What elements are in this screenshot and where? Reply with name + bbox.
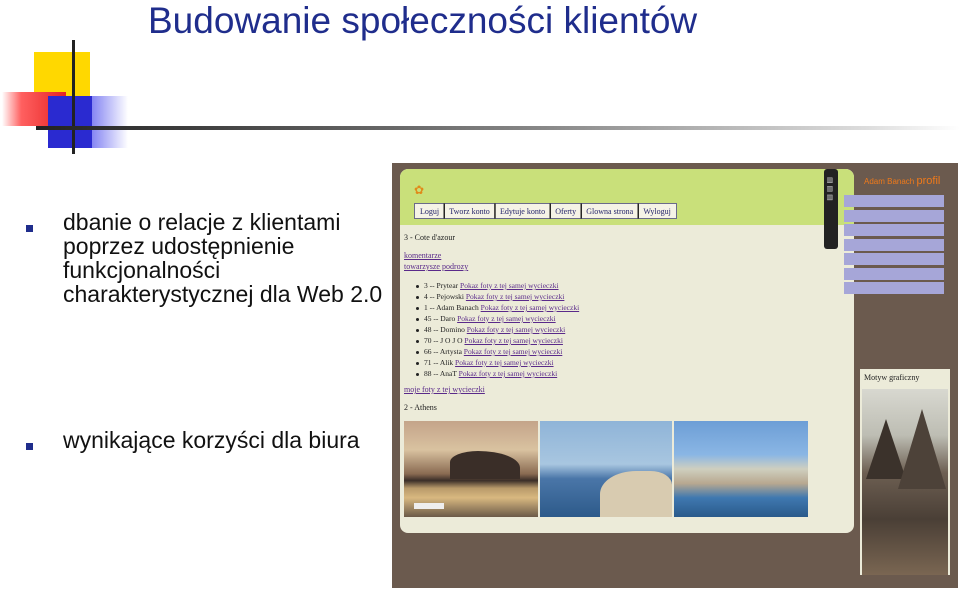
companions-link[interactable]: towarzysze podrozy: [404, 262, 468, 271]
list-item: 71 -- Alik Pokaz foty z tej samej wyciec…: [416, 358, 554, 367]
nav-edit-account[interactable]: Edytuje konto: [500, 207, 545, 216]
profile-word: profil: [916, 175, 941, 187]
menu-item[interactable]: [844, 253, 944, 265]
my-photos-link[interactable]: moje foty z tej wycieczki: [404, 385, 485, 394]
logo-blue-square: [48, 96, 92, 148]
logo-vertical-line: [72, 40, 75, 154]
list-item: 4 -- Pejowski Pokaz foty z tej samej wyc…: [416, 292, 564, 301]
show-photos-link[interactable]: Pokaz foty z tej samej wycieczki: [460, 281, 559, 290]
show-photos-link[interactable]: Pokaz foty z tej samej wycieczki: [467, 325, 566, 334]
bullet-item-2: wynikające korzyści dla biura: [26, 428, 403, 452]
list-item: 1 -- Adam Banach Pokaz foty z tej samej …: [416, 303, 579, 312]
trip-title: 3 - Cote d'azour: [404, 233, 455, 242]
profile-menu: [844, 195, 944, 297]
theme-image[interactable]: [862, 389, 948, 575]
list-item: 88 -- AnaT Pokaz foty z tej samej wyciec…: [416, 369, 557, 378]
list-item: 48 -- Domino Pokaz foty z tej samej wyci…: [416, 325, 565, 334]
nav-home[interactable]: Glowna strona: [586, 207, 633, 216]
show-photos-link[interactable]: Pokaz foty z tej samej wycieczki: [464, 336, 563, 345]
slide-title: Budowanie społeczności klientów: [148, 0, 698, 41]
website-screenshot: ✿ Loguj | Tworz konto | Edytuje konto | Ofe…: [392, 163, 958, 588]
profile-owner: Adam Banach: [864, 177, 915, 186]
bullet-text: wynikające korzyści dla biura: [63, 427, 360, 453]
nav-create-account[interactable]: Tworz konto: [449, 207, 490, 216]
list-item: 66 -- Artysta Pokaz foty z tej samej wyc…: [416, 347, 562, 356]
nav-login[interactable]: Loguj: [420, 207, 439, 216]
theme-panel: Motyw graficzny: [860, 369, 950, 575]
site-nav: Loguj | Tworz konto | Edytuje konto | Ofert…: [414, 202, 677, 219]
comments-link[interactable]: komentarze: [404, 251, 441, 260]
profile-title: Adam Banach profil: [864, 175, 940, 187]
bullet-marker: [26, 225, 33, 232]
bullet-marker: [26, 443, 33, 450]
trip-photo[interactable]: [404, 421, 538, 517]
theme-label: Motyw graficzny: [864, 373, 920, 382]
show-photos-link[interactable]: Pokaz foty z tej samej wycieczki: [459, 369, 558, 378]
trip-photo[interactable]: [540, 421, 672, 517]
trip-photo[interactable]: [674, 421, 808, 517]
menu-item[interactable]: [844, 267, 944, 280]
bullet-text: dbanie o relacje z klientami poprzez udo…: [63, 209, 383, 307]
menu-item[interactable]: [844, 238, 944, 251]
show-photos-link[interactable]: Pokaz foty z tej samej wycieczki: [466, 292, 565, 301]
second-trip-title: 2 - Athens: [404, 403, 437, 412]
site-content-panel: ✿ Loguj | Tworz konto | Edytuje konto | Ofe…: [400, 169, 854, 533]
show-photos-link[interactable]: Pokaz foty z tej samej wycieczki: [481, 303, 580, 312]
menu-item[interactable]: [844, 282, 944, 294]
nav-offers[interactable]: Oferty: [555, 207, 576, 216]
site-header: ✿ Loguj | Tworz konto | Edytuje konto | Ofe…: [400, 169, 854, 225]
menu-item[interactable]: [844, 195, 944, 207]
site-logo-icon: ✿: [414, 183, 425, 197]
nav-logout[interactable]: Wyloguj: [643, 207, 671, 216]
show-photos-link[interactable]: Pokaz foty z tej samej wycieczki: [457, 314, 556, 323]
list-item: 45 -- Daro Pokaz foty z tej samej wyciec…: [416, 314, 556, 323]
title-divider: [36, 126, 960, 130]
list-item: 3 -- Prytear Pokaz foty z tej samej wyci…: [416, 281, 559, 290]
menu-item[interactable]: [844, 224, 944, 236]
list-item: 70 -- J O J O Pokaz foty z tej samej wyc…: [416, 336, 563, 345]
menu-item[interactable]: [844, 209, 944, 222]
show-photos-link[interactable]: Pokaz foty z tej samej wycieczki: [455, 358, 554, 367]
bullet-item-1: dbanie o relacje z klientami poprzez udo…: [26, 210, 383, 306]
show-photos-link[interactable]: Pokaz foty z tej samej wycieczki: [464, 347, 563, 356]
vertical-tab[interactable]: ▤ ▤ ▤: [824, 169, 838, 249]
